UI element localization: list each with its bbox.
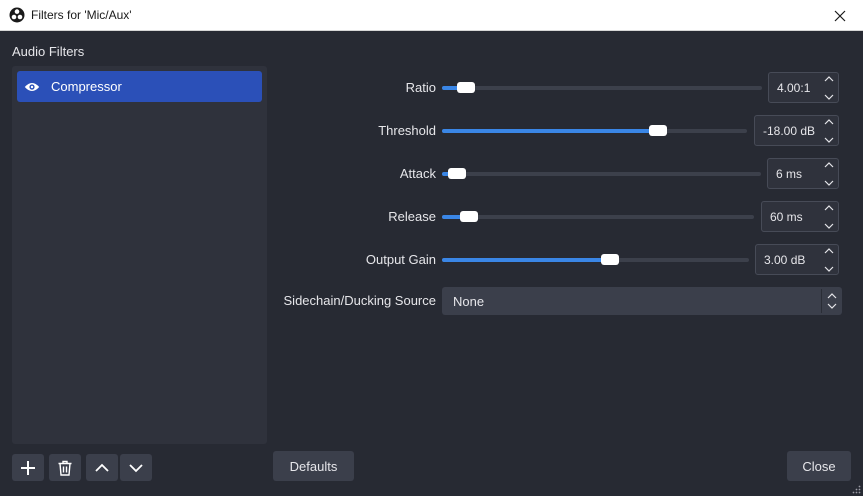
spin-down-icon[interactable] [824,266,834,273]
title-bar: Filters for 'Mic/Aux' [0,0,863,31]
plus-icon [21,460,35,475]
threshold-label: Threshold [378,123,436,138]
filter-item-compressor[interactable]: Compressor [17,71,262,102]
close-window-button[interactable] [817,0,863,31]
ratio-spinbox[interactable]: 4.00:1 [768,72,839,103]
close-button[interactable]: Close [787,451,851,481]
release-slider-handle[interactable] [459,211,478,222]
spin-up-icon[interactable] [824,247,834,254]
chevron-up-icon [827,293,837,299]
filters-dialog: Audio Filters Compressor Ratio 4.00:1 Th… [0,31,863,496]
eye-icon[interactable] [24,81,40,93]
output-gain-slider[interactable] [442,254,749,265]
chevron-up-icon [95,463,109,472]
sidechain-source-select[interactable]: None [442,287,842,315]
resize-grip-icon[interactable] [852,485,861,494]
ratio-slider[interactable] [442,82,762,93]
release-row: Release 60 ms [272,201,842,232]
attack-slider[interactable] [442,168,761,179]
output-gain-label: Output Gain [365,252,436,267]
spin-down-icon[interactable] [824,223,834,230]
add-filter-button[interactable] [12,454,44,481]
output-gain-slider-handle[interactable] [600,254,619,265]
output-gain-row: Output Gain 3.00 dB [272,244,842,275]
filter-list[interactable]: Compressor [12,66,267,444]
attack-slider-handle[interactable] [447,168,466,179]
defaults-button[interactable]: Defaults [273,451,354,481]
sidechain-source-value: None [453,294,485,309]
spin-up-icon[interactable] [824,118,834,125]
sidechain-row: Sidechain/Ducking Source None [272,287,842,317]
spin-down-icon[interactable] [824,137,834,144]
chevron-down-icon [827,303,837,309]
release-spinbox[interactable]: 60 ms [761,201,839,232]
threshold-spinbox[interactable]: -18.00 dB [754,115,839,146]
release-value: 60 ms [770,210,803,224]
ratio-value: 4.00:1 [777,81,811,95]
ratio-slider-handle[interactable] [457,82,476,93]
ratio-row: Ratio 4.00:1 [272,72,842,103]
remove-filter-button[interactable] [49,454,81,481]
obs-logo-icon [9,7,25,23]
ratio-label: Ratio [405,80,436,95]
spin-up-icon[interactable] [824,75,834,82]
attack-value: 6 ms [776,167,803,181]
attack-spinbox[interactable]: 6 ms [767,158,839,189]
threshold-value: -18.00 dB [763,124,816,138]
threshold-row: Threshold -18.00 dB [272,115,842,146]
window-title: Filters for 'Mic/Aux' [31,8,132,22]
spin-down-icon[interactable] [824,180,834,187]
move-up-button[interactable] [86,454,118,481]
attack-row: Attack 6 ms [272,158,842,189]
close-icon [834,10,846,21]
spin-down-icon[interactable] [824,94,834,101]
audio-filters-heading: Audio Filters [12,44,85,59]
select-divider [821,289,822,313]
attack-label: Attack [399,166,436,181]
trash-icon [58,460,72,476]
release-slider[interactable] [442,211,754,222]
spin-up-icon[interactable] [824,204,834,211]
output-gain-value: 3.00 dB [764,253,806,267]
filter-item-label: Compressor [51,79,122,94]
threshold-slider[interactable] [442,125,747,136]
sidechain-label: Sidechain/Ducking Source [283,293,436,308]
chevron-down-icon [129,463,143,472]
output-gain-spinbox[interactable]: 3.00 dB [755,244,839,275]
release-label: Release [388,209,436,224]
threshold-slider-fill [442,129,656,133]
output-gain-slider-fill [442,258,608,262]
spin-up-icon[interactable] [824,161,834,168]
threshold-slider-handle[interactable] [648,125,667,136]
move-down-button[interactable] [120,454,152,481]
